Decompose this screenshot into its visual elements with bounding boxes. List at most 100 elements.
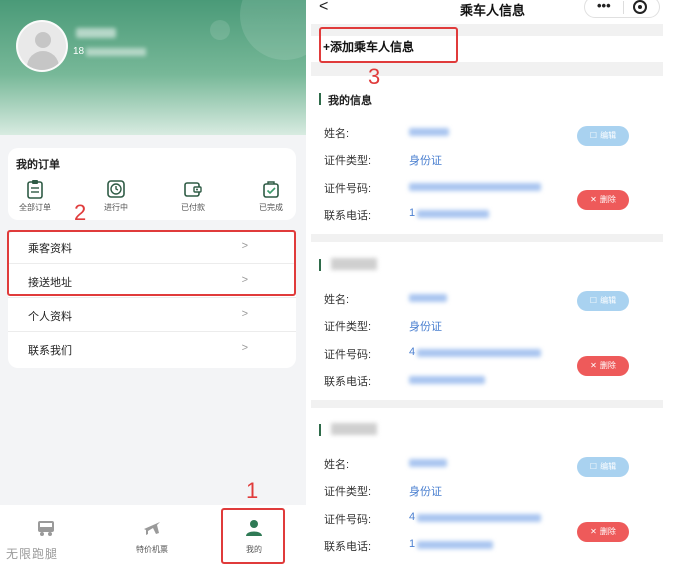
- delete-label: 删除: [599, 195, 616, 204]
- annotation-step-2: 2: [74, 200, 87, 225]
- order-in-progress[interactable]: 进行中: [91, 179, 141, 213]
- delete-button[interactable]: ✕ 删除: [577, 522, 629, 542]
- annotation-box-1: [221, 508, 285, 564]
- name-label: 姓名:: [324, 294, 350, 306]
- order-in-progress-label: 进行中: [104, 203, 128, 212]
- screenshot-stage: 18 我的订单 全部订单 进行中 已付款 已完成 乘客资料 > 接送地址 > 个…: [0, 0, 674, 569]
- clipboard-icon: [27, 180, 43, 199]
- id-number-label: 证件号码:: [324, 349, 372, 361]
- wallet-icon: [184, 182, 202, 197]
- id-number-redacted: [417, 349, 541, 357]
- divider: [311, 400, 663, 408]
- avatar[interactable]: [16, 20, 68, 72]
- check-bag-icon: [263, 181, 279, 198]
- phone-redacted: [417, 541, 493, 549]
- delete-label: 删除: [599, 361, 616, 370]
- id-type-label: 证件类型:: [324, 155, 372, 167]
- id-type-value: 身份证: [409, 321, 442, 333]
- divider: [311, 234, 663, 242]
- passenger-name-redacted: [331, 423, 377, 435]
- decor-circle: [240, 0, 306, 60]
- name-value-redacted: [409, 459, 447, 467]
- divider: [311, 62, 663, 76]
- annotation-step-3: 3: [368, 64, 381, 89]
- name-label: 姓名:: [324, 128, 350, 140]
- annotation-step-1: 1: [246, 478, 259, 503]
- edit-button[interactable]: ☐ 编辑: [577, 291, 629, 311]
- nav-bar: < 乘车人信息 •••: [311, 0, 674, 20]
- order-completed[interactable]: 已完成: [246, 179, 296, 213]
- phone-label: 联系电话:: [324, 541, 372, 553]
- order-paid[interactable]: 已付款: [168, 179, 218, 213]
- menu-contact-us[interactable]: 联系我们 >: [8, 332, 296, 366]
- passenger-info-screen: < 乘车人信息 ••• +添加乘车人信息 我的信息 姓名: 证件类型: 身份证 …: [311, 0, 674, 569]
- id-type-value: 身份证: [409, 486, 442, 498]
- edit-icon: ☐: [589, 296, 598, 305]
- edit-label: 编辑: [600, 131, 617, 140]
- id-number-value: 4: [409, 346, 416, 358]
- id-number-redacted: [417, 514, 541, 522]
- user-phone: 18: [73, 46, 85, 57]
- capsule-divider: [623, 1, 624, 14]
- edit-icon: ☐: [589, 462, 598, 471]
- name-value-redacted: [409, 294, 447, 302]
- id-type-value: 身份证: [409, 155, 442, 167]
- section-title: 我的信息: [319, 92, 372, 108]
- clock-icon: [107, 180, 125, 198]
- delete-button[interactable]: ✕ 删除: [577, 356, 629, 376]
- id-type-label: 证件类型:: [324, 321, 372, 333]
- order-completed-label: 已完成: [259, 203, 283, 212]
- annotation-box-3: [319, 27, 458, 63]
- phone-redacted: [409, 376, 485, 384]
- passenger-name-redacted: [331, 258, 377, 270]
- menu-label: 联系我们: [28, 345, 72, 357]
- my-orders-card: 我的订单 全部订单 进行中 已付款 已完成: [8, 148, 296, 220]
- tab-label: 特价机票: [136, 545, 168, 554]
- phone-value: 1: [409, 538, 416, 550]
- close-icon: ✕: [590, 195, 597, 204]
- annotation-box-2: [7, 230, 296, 296]
- name-value-redacted: [409, 128, 449, 136]
- edit-button[interactable]: ☐ 编辑: [577, 126, 629, 146]
- chevron-right-icon: >: [241, 342, 248, 354]
- avatar-head-icon: [35, 32, 51, 48]
- phone-redacted: [417, 210, 489, 218]
- edit-icon: ☐: [589, 131, 598, 140]
- bus-icon: [38, 521, 54, 536]
- order-all[interactable]: 全部订单: [10, 179, 60, 213]
- more-icon[interactable]: •••: [597, 0, 611, 13]
- order-paid-label: 已付款: [181, 203, 205, 212]
- edit-label: 编辑: [600, 462, 617, 471]
- airplane-icon: [144, 522, 160, 535]
- chevron-right-icon: >: [241, 308, 248, 320]
- menu-personal-info[interactable]: 个人资料 >: [8, 298, 296, 332]
- edit-button[interactable]: ☐ 编辑: [577, 457, 629, 477]
- menu-label: 个人资料: [28, 311, 72, 323]
- tab-cheap-flights[interactable]: 特价机票: [122, 519, 182, 555]
- close-target-icon[interactable]: [633, 0, 647, 14]
- user-phone-redacted: [86, 48, 146, 56]
- id-number-label: 证件号码:: [324, 183, 372, 195]
- phone-label: 联系电话:: [324, 210, 372, 222]
- id-number-value: 4: [409, 511, 416, 523]
- id-type-label: 证件类型:: [324, 486, 372, 498]
- orders-title: 我的订单: [16, 159, 60, 171]
- edit-label: 编辑: [600, 296, 617, 305]
- name-label: 姓名:: [324, 459, 350, 471]
- id-number-redacted: [409, 183, 541, 191]
- close-icon: ✕: [590, 361, 597, 370]
- user-name-redacted: [76, 28, 116, 38]
- order-all-label: 全部订单: [19, 203, 51, 212]
- decor-circle: [210, 20, 230, 40]
- delete-label: 删除: [599, 527, 616, 536]
- miniprogram-capsule: •••: [584, 0, 660, 18]
- profile-header: 18: [0, 0, 306, 135]
- watermark: 无限跑腿: [6, 547, 59, 561]
- tab-bus[interactable]: [16, 519, 76, 544]
- phone-value: 1: [409, 207, 416, 219]
- id-number-label: 证件号码:: [324, 514, 372, 526]
- delete-button[interactable]: ✕ 删除: [577, 190, 629, 210]
- phone-label: 联系电话:: [324, 376, 372, 388]
- close-icon: ✕: [590, 527, 597, 536]
- avatar-body-icon: [27, 51, 59, 70]
